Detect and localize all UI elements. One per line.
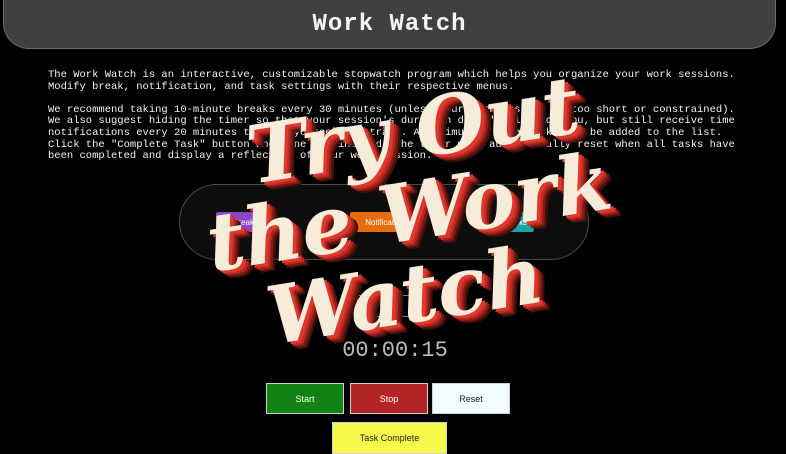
app-header: Work Watch [3,0,776,49]
break-menu-button[interactable]: Break [216,212,271,232]
tasks-menu-button[interactable]: Tasks [500,212,534,232]
start-button[interactable]: Start [266,383,344,414]
instructions-paragraph-1: The Work Watch is an interactive, custom… [48,69,735,93]
instructions-paragraph-2: We recommend taking 10-minute breaks eve… [48,103,735,163]
task-complete-button[interactable]: Task Complete [332,422,447,454]
reset-button[interactable]: Reset [432,383,510,414]
stop-button[interactable]: Stop [350,383,428,414]
instructions: The Work Watch is an interactive, custom… [48,69,738,163]
hide-timer-button[interactable]: Hide [357,295,419,317]
timer-display: 00:00:15 [342,338,448,363]
notifications-menu-button[interactable]: Notifications [350,212,424,232]
app-title: Work Watch [312,10,467,38]
